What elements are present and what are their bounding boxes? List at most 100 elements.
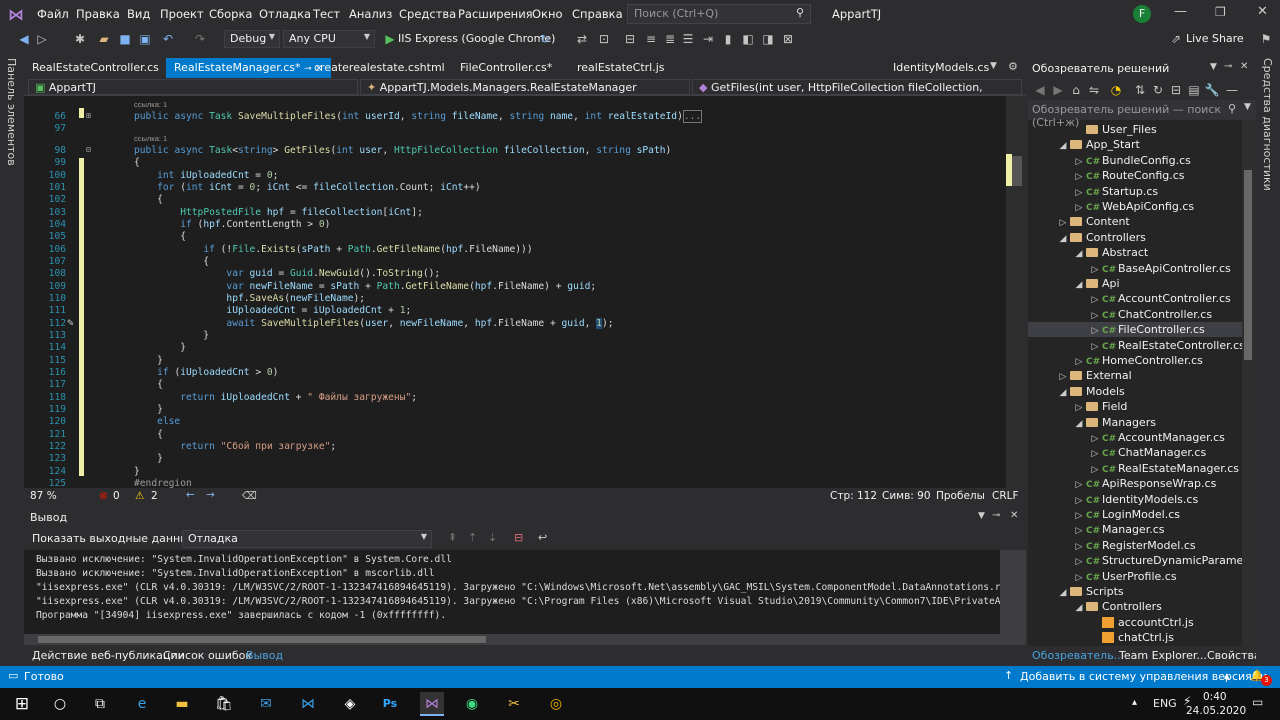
output-scroll-thumb[interactable]	[38, 636, 486, 643]
tree-item[interactable]: ▷ C# Startup.cs	[1072, 184, 1159, 199]
bookmark-prev-icon[interactable]: ◧	[740, 31, 756, 47]
menu-debug[interactable]: Отладка	[259, 7, 311, 21]
prev-issue-icon[interactable]: ←	[186, 489, 195, 501]
tree-scroll-thumb[interactable]	[1244, 170, 1252, 360]
dropdown-icon[interactable]: ▼	[978, 511, 985, 521]
code-editor[interactable]: ссылка: 1 ссылка: 1 66 97 98 99 100 101 …	[24, 96, 1026, 489]
menu-extensions[interactable]: Расширения	[458, 7, 533, 21]
start-debug-icon[interactable]: ▶	[382, 31, 398, 47]
edge-icon[interactable]: e	[130, 692, 154, 716]
forward-icon[interactable]: ▷	[34, 31, 50, 47]
menu-window[interactable]: Окно	[532, 7, 563, 21]
diagnostic-tools-tab[interactable]: Средства диагностики	[1261, 58, 1274, 191]
tree-item[interactable]: ▷ C# ChatManager.cs	[1088, 445, 1207, 460]
tab-identitymodels[interactable]: IdentityModels.cs	[885, 58, 997, 78]
menu-project[interactable]: Проект	[160, 7, 204, 21]
tree-item[interactable]: ◢ Controllers	[1056, 230, 1146, 245]
tree-item[interactable]: ▷ C# ApiResponseWrap.cs	[1072, 476, 1217, 491]
user-avatar[interactable]: F	[1133, 5, 1151, 23]
close-panel-icon[interactable]: ✕	[1010, 510, 1018, 521]
expanded-arrow-icon[interactable]: ◢	[1056, 586, 1070, 601]
expanded-arrow-icon[interactable]: ◢	[1072, 247, 1086, 262]
tree-item[interactable]: ▷ C# RegisterModel.cs	[1072, 538, 1196, 553]
codelens-references[interactable]: ссылка: 1	[134, 100, 167, 109]
format-icon[interactable]: ⊟	[622, 31, 638, 47]
tree-item[interactable]: ▷ C# UserProfile.cs	[1072, 569, 1177, 584]
search-input[interactable]: Поиск (Ctrl+Q) ⚲	[627, 4, 811, 24]
back-icon[interactable]: ◀	[1032, 82, 1048, 98]
platform-select[interactable]: Any CPU ▼	[283, 30, 375, 48]
switch-views-icon[interactable]: ⇋	[1086, 82, 1102, 98]
feedback-icon[interactable]: ⚑	[1258, 31, 1274, 47]
tree-item[interactable]: ◢ Models	[1056, 384, 1125, 399]
android-studio-icon[interactable]: ◉	[460, 692, 484, 716]
tab-realestatecontroller[interactable]: RealEstateController.cs	[24, 58, 167, 78]
bookmark-icon[interactable]: ▮	[720, 31, 736, 47]
zoom-select[interactable]: 87 %	[30, 490, 57, 502]
next-message-icon[interactable]: ⇣	[488, 531, 497, 544]
screenshot-icon[interactable]: ⊡	[596, 31, 612, 47]
tree-item[interactable]: ◢ Abstract	[1072, 245, 1149, 262]
menu-test[interactable]: Тест	[313, 7, 340, 21]
minimize-icon[interactable]: —	[1174, 4, 1187, 19]
pin-icon[interactable]: ⊸	[992, 510, 1000, 521]
member-dropdown[interactable]: ◆ GetFiles(int user, HttpFileCollection …	[692, 79, 1022, 107]
tab-properties[interactable]: Свойства	[1207, 649, 1261, 662]
next-issue-icon[interactable]: →	[206, 489, 215, 501]
align-icon[interactable]: ≡	[643, 31, 659, 47]
prev-message-icon[interactable]: ⇡	[468, 531, 477, 544]
quick-action-icon[interactable]: ✎	[67, 316, 74, 329]
tree-item[interactable]: ▷ C# LoginModel.cs	[1072, 507, 1180, 522]
expanded-arrow-icon[interactable]: ◢	[1072, 278, 1086, 293]
indent-icon[interactable]: ⇥	[700, 31, 716, 47]
vscode-icon[interactable]: ⋈	[296, 692, 320, 716]
whitespace-indicator[interactable]: Пробелы	[936, 490, 985, 502]
undo-icon[interactable]: ↶	[160, 31, 176, 47]
settings-icon[interactable]: ⚙	[1008, 60, 1018, 73]
store-icon[interactable]: 🛍	[212, 692, 236, 716]
back-icon[interactable]: ◀	[16, 31, 32, 47]
menu-tools[interactable]: Средства	[399, 7, 456, 21]
word-wrap-icon[interactable]: ↩	[538, 531, 547, 544]
tree-item[interactable]: ▷ C# Manager.cs	[1072, 522, 1165, 537]
tree-item[interactable]: ▷ C# BaseApiController.cs	[1088, 261, 1231, 276]
class-dropdown[interactable]: ✦ AppartTJ.Models.Managers.RealEstateMan…	[360, 79, 690, 95]
save-all-icon[interactable]: ▣	[137, 31, 153, 47]
new-project-icon[interactable]: ✱	[72, 31, 88, 47]
tree-item[interactable]: ◢ App_Start	[1056, 137, 1140, 152]
tree-item[interactable]: ▷ C# ChatController.cs	[1088, 307, 1213, 322]
home-icon[interactable]: ⌂	[1068, 82, 1084, 98]
project-dropdown[interactable]: ▣ AppartTJ	[28, 79, 358, 95]
menu-file[interactable]: Файл	[37, 7, 69, 21]
close-icon[interactable]: ✕	[1257, 4, 1268, 19]
open-icon[interactable]: ▰	[96, 31, 112, 47]
error-icon[interactable]: ⊗	[99, 490, 108, 502]
expanded-arrow-icon[interactable]: ◢	[1072, 601, 1086, 616]
tree-item[interactable]: ◢ Managers	[1072, 415, 1156, 430]
bookmark-clear-icon[interactable]: ⊠	[780, 31, 796, 47]
file-explorer-icon[interactable]: ▬	[170, 692, 194, 716]
tree-item[interactable]: chatCtrl.js	[1088, 630, 1174, 645]
outline-collapsed-icon[interactable]: ⊞	[86, 111, 91, 120]
tab-list-icon[interactable]: ▼	[990, 61, 997, 71]
codelens-references[interactable]: ссылка: 1	[134, 134, 167, 143]
language-indicator[interactable]: ENG	[1153, 697, 1177, 710]
tree-item[interactable]: ▷ C# RealEstateManager.cs	[1088, 461, 1239, 476]
output-source-select[interactable]: Отладка ▼	[182, 530, 432, 548]
show-all-files-icon[interactable]: ▤	[1186, 82, 1202, 98]
unity-icon[interactable]: ◈	[338, 692, 362, 716]
save-icon[interactable]: ■	[117, 31, 133, 47]
tree-item[interactable]: ▷ External	[1056, 368, 1132, 383]
uncomment-icon[interactable]: ☰	[680, 31, 696, 47]
menu-build[interactable]: Сборка	[209, 7, 252, 21]
tree-item[interactable]: ◢ Api	[1072, 276, 1120, 291]
tree-item[interactable]: ▷ C# IdentityModels.cs	[1072, 492, 1199, 507]
expanded-arrow-icon[interactable]: ◢	[1056, 139, 1070, 154]
browser-link-icon[interactable]: ⇄	[574, 31, 590, 47]
task-view-icon[interactable]: ⧉	[88, 692, 112, 716]
tree-item[interactable]: ▷ Content	[1056, 214, 1130, 229]
tree-item[interactable]: ▷C#StructureDynamicParameters.cs	[1072, 553, 1242, 568]
photoshop-icon[interactable]: Ps	[378, 692, 402, 716]
solution-search-input[interactable]: Обозреватель решений — поиск (Ctrl+ж) ⚲ …	[1028, 100, 1256, 129]
add-source-control-button[interactable]: Добавить в систему управления версиями	[1020, 670, 1267, 683]
